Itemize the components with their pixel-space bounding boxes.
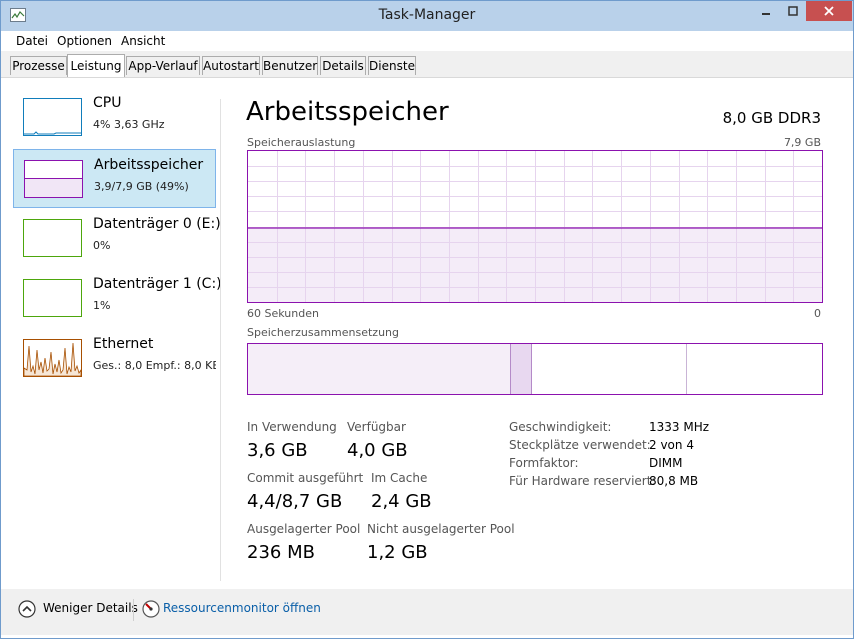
usage-graph-label: Speicherauslastung [247,136,356,149]
cached-label: Im Cache [371,471,428,485]
tab-services[interactable]: Dienste [368,56,416,75]
open-resource-monitor-link[interactable]: Ressourcenmonitor öffnen [163,601,321,615]
sidebar-item-value: 0% [93,239,111,252]
hardware-reserved-value: 80,8 MB [649,474,699,488]
tab-users[interactable]: Benutzer [262,56,318,75]
sidebar-item-name: CPU [93,95,122,111]
composition-segment[interactable] [248,344,511,394]
disk-0-mini-graph [23,219,82,257]
in-use-value: 3,6 GB [247,440,308,461]
paged-pool-value: 236 MB [247,542,315,563]
menu-bar: Datei Optionen Ansicht [1,31,853,51]
available-value: 4,0 GB [347,440,408,461]
graph-time-label: 60 Sekunden [247,307,319,320]
committed-label: Commit ausgeführt [247,471,364,485]
composition-label: Speicherzusammensetzung [247,326,399,339]
composition-segment[interactable] [510,344,531,394]
available-label: Verfügbar [347,420,406,434]
sidebar-item-disk-1[interactable]: Datenträger 1 (C:) 1% [13,269,222,328]
sidebar-item-value: 1% [93,299,111,312]
memory-mini-graph [24,160,83,198]
sidebar-item-ethernet[interactable]: Ethernet Ges.: 8,0 Empf.: 8,0 KBit/s [13,329,216,388]
sidebar-item-cpu[interactable]: CPU 4% 3,63 GHz [13,88,216,147]
memory-composition-bar[interactable] [247,343,823,395]
window-title: Task-Manager [378,7,476,23]
sidebar-item-name: Arbeitsspeicher [94,157,204,173]
close-icon [824,6,834,16]
graph-min-label: 0 [814,307,821,320]
cached-value: 2,4 GB [371,491,432,512]
form-factor-label: Formfaktor: [509,456,579,470]
tab-details[interactable]: Details [320,56,366,75]
close-button[interactable] [806,1,852,21]
sidebar-item-name: Datenträger 1 (C:) [93,276,222,292]
memory-type: 8,0 GB DDR3 [722,109,821,127]
speed-label: Geschwindigkeit: [509,420,612,434]
form-factor-value: DIMM [649,456,683,470]
minimize-icon [762,13,770,15]
sidebar-item-value: Ges.: 8,0 Empf.: 8,0 KBit/s [93,359,216,372]
sidebar-item-name: Datenträger 0 (E:) [93,216,221,232]
sidebar-item-disk-0[interactable]: Datenträger 0 (E:) 0% [13,209,221,268]
maximize-icon [788,6,798,16]
disk-1-mini-graph [23,279,82,317]
slots-label: Steckplätze verwendet: [509,438,651,452]
ethernet-mini-graph [23,339,82,377]
sidebar-divider[interactable] [220,99,221,581]
committed-value: 4,4/8,7 GB [247,491,343,512]
title-bar[interactable]: Task-Manager [1,1,853,31]
slots-value: 2 von 4 [649,438,694,452]
chevron-up-circle-icon[interactable] [18,600,36,618]
task-manager-window: Task-Manager Datei Optionen Ansicht Proz… [0,0,854,639]
usage-graph-max: 7,9 GB [783,136,821,149]
speed-value: 1333 MHz [649,420,710,434]
cpu-mini-graph [23,98,82,136]
tab-startup[interactable]: Autostart [202,56,260,75]
in-use-label: In Verwendung [247,420,337,434]
sidebar-item-name: Ethernet [93,336,154,352]
composition-segment[interactable] [530,344,686,394]
menu-view[interactable]: Ansicht [121,34,165,48]
resource-monitor-icon [142,600,160,618]
tab-app-history[interactable]: App-Verlauf [126,56,200,75]
tab-processes[interactable]: Prozesse [10,56,67,75]
minimize-button[interactable] [752,1,780,21]
hardware-reserved-label: Für Hardware reserviert: [509,474,656,488]
footer-bar: Weniger Details Ressourcenmonitor öffnen [1,589,853,635]
page-title: Arbeitsspeicher [246,97,449,127]
menu-options[interactable]: Optionen [57,34,112,48]
tab-performance[interactable]: Leistung [67,54,125,77]
paged-pool-label: Ausgelagerter Pool [247,522,361,536]
tab-strip: Prozesse Leistung App-Verlauf Autostart … [1,51,853,78]
non-paged-pool-label: Nicht ausgelagerter Pool [367,522,515,536]
menu-file[interactable]: Datei [16,34,48,48]
sidebar-item-value: 4% 3,63 GHz [93,118,165,131]
memory-usage-graph [247,150,823,303]
sidebar-item-value: 3,9/7,9 GB (49%) [94,180,189,193]
sidebar-item-memory[interactable]: Arbeitsspeicher 3,9/7,9 GB (49%) [13,149,216,208]
composition-segment[interactable] [685,344,822,394]
fewer-details-button[interactable]: Weniger Details [43,601,138,615]
non-paged-pool-value: 1,2 GB [367,542,428,563]
maximize-button[interactable] [780,1,806,21]
footer-separator [133,599,134,621]
